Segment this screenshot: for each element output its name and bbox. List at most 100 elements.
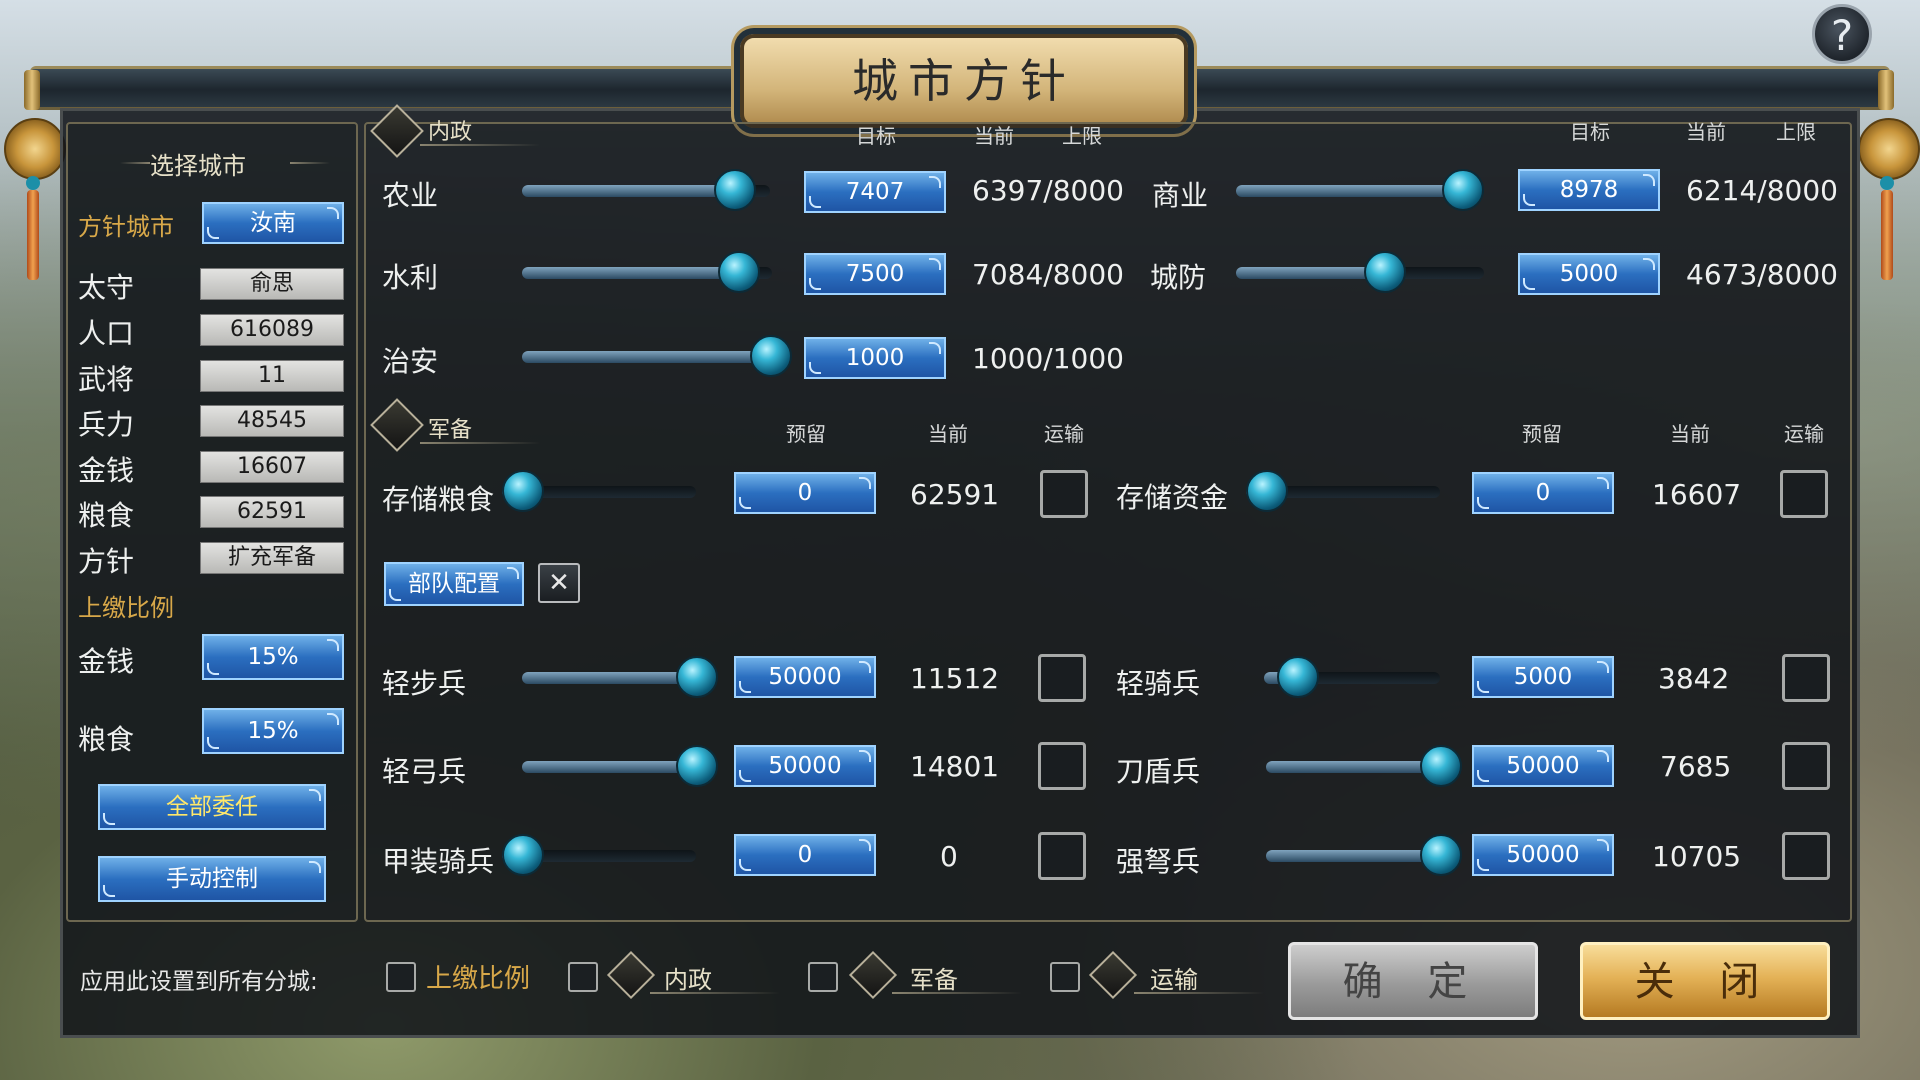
slider-knob[interactable] [1442, 169, 1484, 211]
agriculture-target-input[interactable]: 7407 [804, 171, 946, 213]
slider-knob[interactable] [1420, 834, 1462, 876]
irrigation-target-input[interactable]: 7500 [804, 253, 946, 295]
military-header-reserve-left: 预留 [786, 422, 826, 446]
confirm-button[interactable]: 确 定 [1288, 942, 1538, 1020]
slider-knob[interactable] [713, 169, 756, 211]
crossbow-slider[interactable] [1266, 834, 1462, 878]
light-infantry-target-input[interactable]: 50000 [734, 656, 876, 698]
info-value-governor: 俞思 [200, 268, 344, 300]
security-target-input[interactable]: 1000 [804, 337, 946, 379]
sword-shield-transport-checkbox[interactable] [1782, 742, 1830, 790]
store-food-transport-checkbox[interactable] [1040, 470, 1088, 518]
policy-city-select[interactable]: 汝南 [202, 202, 344, 244]
agriculture-slider[interactable] [522, 169, 770, 213]
light-cavalry-slider[interactable] [1264, 656, 1440, 700]
tassel-cord-right [1881, 190, 1893, 280]
light-infantry-label: 轻步兵 [382, 667, 467, 700]
armored-cavalry-transport-checkbox[interactable] [1038, 832, 1086, 880]
store-food-reserve-input[interactable]: 0 [734, 472, 876, 514]
info-value-troops: 48545 [200, 405, 344, 437]
sword-shield-target-input[interactable]: 50000 [1472, 745, 1614, 787]
security-slider[interactable] [522, 335, 792, 379]
tax-money-select[interactable]: 15% [202, 634, 344, 680]
tassel-bead-left [26, 176, 40, 190]
light-cavalry-transport-checkbox[interactable] [1782, 654, 1830, 702]
security-label: 治安 [382, 345, 439, 378]
apply-domestic-checkbox[interactable] [568, 962, 598, 992]
slider-fill [522, 267, 739, 279]
divider [420, 144, 540, 146]
divider [420, 442, 540, 444]
tax-food-select[interactable]: 15% [202, 708, 344, 754]
tassel-ornament-left [4, 118, 66, 180]
troop-config-close-icon[interactable]: ✕ [538, 563, 580, 603]
crossbow-target-input[interactable]: 50000 [1472, 834, 1614, 876]
store-food-label: 存储粮食 [382, 483, 495, 516]
divider [892, 992, 1022, 994]
commerce-target-input[interactable]: 8978 [1518, 169, 1660, 211]
window-title: 城市方针 [852, 54, 1076, 108]
apply-tax-label: 上缴比例 [426, 964, 531, 994]
policy-city-label: 方针城市 [78, 213, 174, 241]
slider-knob[interactable] [1246, 470, 1288, 512]
slider-knob[interactable] [1277, 656, 1320, 698]
apply-military-checkbox[interactable] [808, 962, 838, 992]
slider-knob[interactable] [676, 745, 718, 787]
apply-domestic-label: 内政 [664, 966, 712, 994]
slider-fill [522, 351, 771, 363]
apply-transport-checkbox[interactable] [1050, 962, 1080, 992]
commerce-slider[interactable] [1236, 169, 1484, 213]
sword-shield-current: 7685 [1660, 750, 1732, 783]
info-label-troops: 兵力 [78, 408, 135, 441]
slider-fill [1236, 267, 1385, 279]
troop-config-button[interactable]: 部队配置 [384, 562, 524, 606]
military-header-transport-right: 运输 [1784, 422, 1824, 446]
store-money-slider[interactable] [1246, 470, 1440, 514]
help-button[interactable]: ? [1812, 4, 1872, 64]
light-archer-target-input[interactable]: 50000 [734, 745, 876, 787]
armored-cavalry-current: 0 [940, 840, 958, 873]
irrigation-label: 水利 [382, 261, 439, 294]
close-button[interactable]: 关 闭 [1580, 942, 1830, 1020]
slider-knob[interactable] [717, 251, 760, 293]
armored-cavalry-slider[interactable] [502, 834, 696, 878]
slider-knob[interactable] [750, 335, 792, 377]
slider-knob[interactable] [676, 656, 718, 698]
divider [120, 162, 150, 164]
slider-knob[interactable] [502, 470, 544, 512]
info-label-money: 金钱 [78, 454, 135, 487]
slider-knob[interactable] [1420, 745, 1462, 787]
defense-target-input[interactable]: 5000 [1518, 253, 1660, 295]
light-archer-current: 14801 [910, 750, 1000, 783]
military-header-current-right: 当前 [1670, 422, 1710, 446]
manual-control-button[interactable]: 手动控制 [98, 856, 326, 902]
title-plaque: 城市方针 [740, 34, 1188, 128]
tassel-ornament-right [1858, 118, 1920, 180]
irrigation-slider[interactable] [522, 251, 772, 295]
crossbow-transport-checkbox[interactable] [1782, 832, 1830, 880]
light-archer-slider[interactable] [522, 745, 718, 789]
light-infantry-current: 11512 [910, 662, 1000, 695]
slider-knob[interactable] [502, 834, 544, 876]
domestic-header-cap-right: 上限 [1776, 120, 1816, 144]
armored-cavalry-label: 甲装骑兵 [382, 845, 495, 878]
defense-slider[interactable] [1236, 251, 1484, 295]
apply-transport-label: 运输 [1150, 966, 1198, 994]
light-archer-transport-checkbox[interactable] [1038, 742, 1086, 790]
info-value-population: 616089 [200, 314, 344, 346]
info-label-policy: 方针 [78, 545, 135, 578]
delegate-all-button[interactable]: 全部委任 [98, 784, 326, 830]
store-food-slider[interactable] [502, 470, 696, 514]
info-label-population: 人口 [78, 317, 135, 350]
apply-tax-checkbox[interactable] [386, 962, 416, 992]
domestic-section-title: 内政 [428, 120, 473, 145]
light-infantry-slider[interactable] [522, 656, 718, 700]
light-cavalry-target-input[interactable]: 5000 [1472, 656, 1614, 698]
store-money-transport-checkbox[interactable] [1780, 470, 1828, 518]
light-cavalry-current: 3842 [1658, 662, 1730, 695]
store-money-reserve-input[interactable]: 0 [1472, 472, 1614, 514]
sword-shield-slider[interactable] [1266, 745, 1462, 789]
slider-knob[interactable] [1363, 251, 1406, 293]
armored-cavalry-target-input[interactable]: 0 [734, 834, 876, 876]
light-infantry-transport-checkbox[interactable] [1038, 654, 1086, 702]
